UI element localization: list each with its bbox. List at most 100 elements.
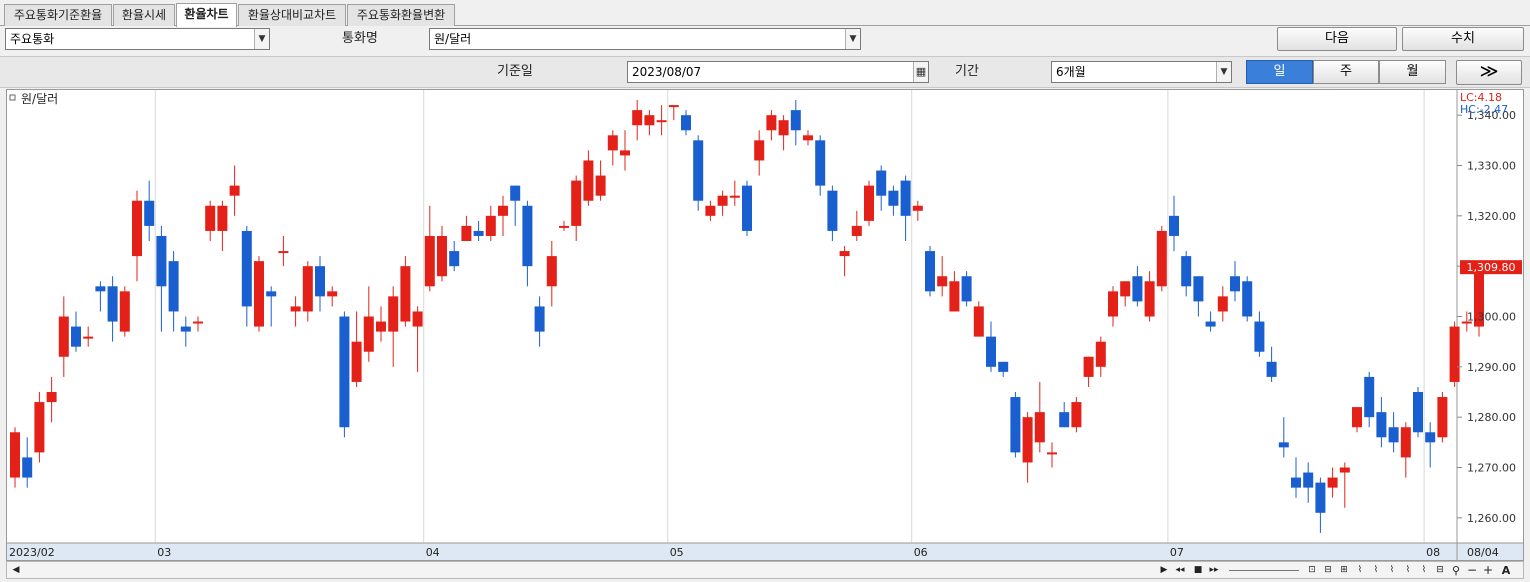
tab-major-currency-rate[interactable]: 주요통화기준환율 xyxy=(4,4,112,26)
period-select[interactable]: 6개월 ▼ xyxy=(1051,61,1232,83)
tool-icon[interactable]: ⌇ xyxy=(1353,564,1367,577)
candle-body xyxy=(1193,276,1204,302)
y-tick-label: 1,300.00 xyxy=(1467,311,1516,324)
interval-day-button[interactable]: 일 xyxy=(1246,60,1313,84)
currency-group-value: 주요통화 xyxy=(10,32,55,46)
y-tick-label: 1,320.00 xyxy=(1467,210,1516,223)
candle-body xyxy=(1449,326,1460,382)
candle-body xyxy=(58,316,69,357)
x-tick-label: 08 xyxy=(1426,546,1440,559)
candle-body xyxy=(376,321,386,332)
dropdown-arrow-icon[interactable]: ▼ xyxy=(1216,62,1231,82)
candle-body xyxy=(339,316,350,428)
dropdown-arrow-icon[interactable]: ▼ xyxy=(845,29,860,49)
candle-body xyxy=(1413,392,1423,433)
tool-icon[interactable]: ⌇ xyxy=(1369,564,1383,577)
candle-body xyxy=(1437,397,1448,438)
candle-body xyxy=(827,190,838,231)
tool-icon[interactable]: ⊡ xyxy=(1305,564,1319,577)
zoom-in-icon[interactable]: + xyxy=(1481,564,1495,577)
candle-body xyxy=(498,205,508,216)
x-end-label: 08/04 xyxy=(1467,546,1499,559)
base-date-label: 기준일 xyxy=(497,64,533,79)
chart-area[interactable]: 1,260.00 1,270.00 1,280.00 1,290.00 1,300.00… xyxy=(6,89,1524,561)
currency-name-select[interactable]: 원/달러 ▼ xyxy=(429,28,861,50)
candle-body xyxy=(754,140,765,161)
chart-scrollbar[interactable]: ◀ ▶ ◂◂ ■ ▸▸ ⊡ ⊟ ⊞ ⌇ ⌇ ⌇ ⌇ ⌇ ⊟ ⚲ − + A xyxy=(6,561,1524,579)
candle-body xyxy=(437,235,447,277)
candle-body xyxy=(1181,256,1192,287)
tab-exchange-quotes[interactable]: 환율시세 xyxy=(113,4,175,26)
interval-month-button[interactable]: 월 xyxy=(1379,60,1446,84)
zoom-track[interactable] xyxy=(1229,570,1299,571)
tab-currency-converter[interactable]: 주요통화환율변환 xyxy=(347,4,455,26)
candle-body xyxy=(1205,321,1216,327)
candle-body xyxy=(790,110,801,131)
candle-body xyxy=(266,291,277,297)
candle-body xyxy=(1071,402,1082,428)
candle-body xyxy=(912,205,923,211)
next-button[interactable]: 다음 xyxy=(1277,27,1397,51)
candle-body xyxy=(644,115,655,126)
scroll-left-icon[interactable]: ◀ xyxy=(9,564,23,577)
candle-body xyxy=(254,261,264,327)
candle-body xyxy=(888,190,899,206)
tool-icon[interactable]: ⌇ xyxy=(1401,564,1415,577)
base-date-input[interactable]: 2023/08/07 ▦ xyxy=(627,61,929,83)
scroll-right-icon[interactable]: ▶ xyxy=(1157,564,1171,577)
tool-icon[interactable]: ⌇ xyxy=(1417,564,1431,577)
tab-relative-compare-chart[interactable]: 환율상대비교차트 xyxy=(238,4,346,26)
candle-body xyxy=(46,392,57,403)
candle-body xyxy=(132,200,142,257)
auto-scale-icon[interactable]: A xyxy=(1499,564,1513,577)
calendar-icon[interactable]: ▦ xyxy=(913,62,928,82)
currency-group-select[interactable]: 주요통화 ▼ xyxy=(5,28,270,50)
candle-body xyxy=(656,120,667,123)
candle-body xyxy=(473,230,484,236)
y-tick-label: 1,280.00 xyxy=(1467,411,1516,424)
x-tick-label: 07 xyxy=(1170,546,1184,559)
y-tick-label: 1,270.00 xyxy=(1467,462,1516,475)
candle-body xyxy=(607,135,618,151)
candle-body xyxy=(302,266,313,312)
magnifier-icon[interactable]: ⚲ xyxy=(1449,564,1463,577)
period-value: 6개월 xyxy=(1056,65,1086,79)
candle-body xyxy=(1010,397,1021,453)
interval-week-button[interactable]: 주 xyxy=(1313,60,1379,84)
value-button[interactable]: 수치 xyxy=(1402,27,1524,51)
currency-name-value: 원/달러 xyxy=(434,32,472,46)
candle-body xyxy=(559,225,569,228)
tool-icon[interactable]: ⊞ xyxy=(1337,564,1351,577)
step-forward-icon[interactable]: ▸▸ xyxy=(1207,564,1221,577)
candle-body xyxy=(1095,341,1106,367)
last-value-label: 1,309.80 xyxy=(1467,261,1516,274)
tab-exchange-chart[interactable]: 환율차트 xyxy=(176,3,237,27)
step-back-icon[interactable]: ◂◂ xyxy=(1173,564,1187,577)
candle-body xyxy=(1376,412,1387,438)
candle-body xyxy=(595,175,606,196)
tab-bar: 주요통화기준환율 환율시세 환율차트 환율상대비교차트 주요통화환율변환 xyxy=(0,0,1530,27)
tool-icon[interactable]: ⊟ xyxy=(1321,564,1335,577)
candlestick-chart: 1,260.00 1,270.00 1,280.00 1,290.00 1,300.00… xyxy=(7,90,1523,560)
x-tick-label: 04 xyxy=(426,546,440,559)
forward-button[interactable]: ≫ xyxy=(1456,60,1522,85)
dropdown-arrow-icon[interactable]: ▼ xyxy=(254,29,269,49)
candle-body xyxy=(851,225,862,236)
candle-body xyxy=(71,326,81,347)
candle-body xyxy=(583,160,594,201)
tool-icon[interactable]: ⊟ xyxy=(1433,564,1447,577)
candle-body xyxy=(1242,281,1253,317)
candle-body xyxy=(534,306,545,332)
candle-body xyxy=(571,180,582,226)
candle-body xyxy=(290,306,301,312)
candle-body xyxy=(315,266,325,297)
candle-body xyxy=(1339,467,1350,473)
x-tick-label: 03 xyxy=(157,546,171,559)
candle-body xyxy=(1254,321,1265,352)
tool-icon[interactable]: ⌇ xyxy=(1385,564,1399,577)
zoom-out-icon[interactable]: − xyxy=(1465,564,1479,577)
candle-body xyxy=(681,115,691,131)
stop-icon[interactable]: ■ xyxy=(1191,564,1205,577)
legend-label: 원/달러 xyxy=(21,92,58,106)
candle-body xyxy=(998,361,1009,372)
